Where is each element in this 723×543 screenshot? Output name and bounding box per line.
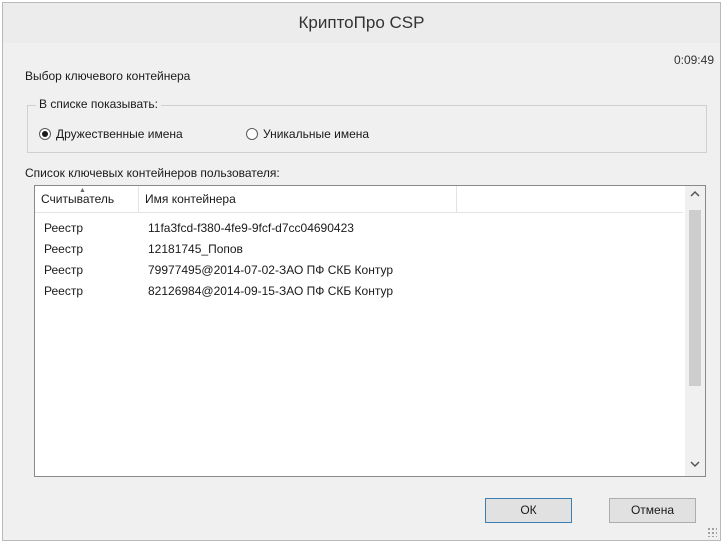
display-options-group: В списке показывать: Дружественные имена… [27,97,707,153]
dialog-caption: Выбор ключевого контейнера [25,69,191,83]
radio-selected-icon [39,128,51,140]
list-item[interactable]: Реестр 12181745_Попов [35,239,683,260]
column-header-reader[interactable]: ▲ Считыватель [35,186,139,212]
sort-ascending-icon: ▲ [79,187,86,194]
container-name-cell: 12181745_Попов [148,242,243,256]
radio-unselected-icon [246,128,258,140]
container-name-cell: 79977495@2014-07-02-ЗАО ПФ СКБ Контур [148,263,394,277]
cancel-button[interactable]: Отмена [609,498,696,523]
container-name-cell: 82126984@2014-09-15-ЗАО ПФ СКБ Контур [148,284,394,298]
list-item[interactable]: Реестр 82126984@2014-09-15-ЗАО ПФ СКБ Ко… [35,281,683,302]
radio-friendly-names-label: Дружественные имена [56,127,183,141]
container-name-cell: 11fa3fcd-f380-4fe9-9fcf-d7cc04690423 [148,221,354,235]
list-item[interactable]: Реестр 11fa3fcd-f380-4fe9-9fcf-d7cc04690… [35,218,683,239]
dialog-window: КриптоПро CSP 0:09:49 Выбор ключевого ко… [2,2,721,541]
radio-unique-names-label: Уникальные имена [263,127,370,141]
scrollbar-thumb[interactable] [689,210,701,386]
radio-friendly-names[interactable]: Дружественные имена [39,127,183,141]
resize-grip-icon[interactable] [707,527,717,537]
reader-cell: Реестр [44,263,83,277]
radio-unique-names[interactable]: Уникальные имена [246,127,369,141]
timer: 0:09:49 [673,53,714,67]
list-item[interactable]: Реестр 79977495@2014-07-02-ЗАО ПФ СКБ Ко… [35,260,683,281]
column-header-container-name[interactable]: Имя контейнера [139,186,457,212]
reader-cell: Реестр [44,284,83,298]
container-list-label: Список ключевых контейнеров пользователя… [25,166,280,180]
vertical-scrollbar[interactable] [685,186,705,476]
ok-button[interactable]: ОК [485,498,572,523]
group-legend: В списке показывать: [36,97,162,111]
reader-cell: Реестр [44,242,83,256]
list-header: ▲ Считыватель Имя контейнера [35,186,683,213]
reader-cell: Реестр [44,221,83,235]
window-title: КриптоПро CSP [3,3,720,43]
container-list[interactable]: ▲ Считыватель Имя контейнера Реестр 11fa… [34,185,706,477]
chevron-up-icon[interactable] [685,186,705,206]
chevron-down-icon[interactable] [685,456,705,476]
